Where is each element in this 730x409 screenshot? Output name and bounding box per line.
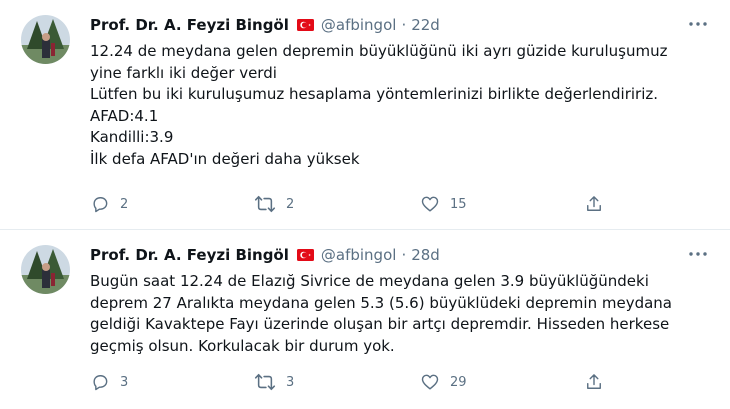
like-count: 15 bbox=[450, 196, 467, 212]
reply-button[interactable]: 3 bbox=[90, 370, 128, 394]
author-name[interactable]: Prof. Dr. A. Feyzi Bingöl bbox=[90, 246, 289, 264]
retweet-button[interactable]: 2 bbox=[254, 192, 294, 216]
like-button[interactable]: 29 bbox=[420, 370, 467, 394]
author-handle[interactable]: @afbingol bbox=[321, 16, 397, 34]
tweet-timestamp[interactable]: 22d bbox=[411, 16, 440, 34]
tweet-header: Prof. Dr. A. Feyzi Bingöl @afbingol · 22… bbox=[90, 15, 690, 35]
reply-icon bbox=[93, 197, 108, 213]
tweet-text: Bugün saat 12.24 de Elazığ Sivrice de me… bbox=[90, 271, 720, 357]
retweet-icon bbox=[254, 195, 276, 213]
heart-icon bbox=[421, 374, 439, 390]
retweet-count: 2 bbox=[286, 196, 295, 212]
heart-icon bbox=[421, 196, 439, 212]
share-icon bbox=[587, 196, 601, 211]
like-count: 29 bbox=[450, 374, 467, 390]
turkey-flag-icon bbox=[296, 19, 314, 31]
tweet-actions: 2 2 15 bbox=[90, 192, 610, 216]
reply-icon bbox=[93, 375, 108, 391]
tweet-text: 12.24 de meydana gelen depremin büyüklüğ… bbox=[90, 41, 720, 170]
tweet-text-line: deprem 27 Aralıkta meydana gelen 5.3 (5.… bbox=[90, 293, 672, 312]
tweet-header: Prof. Dr. A. Feyzi Bingöl @afbingol · 28… bbox=[90, 245, 690, 265]
more-options-icon[interactable] bbox=[688, 16, 708, 32]
tweet-card[interactable]: Prof. Dr. A. Feyzi Bingöl @afbingol · 22… bbox=[0, 0, 730, 230]
author-name[interactable]: Prof. Dr. A. Feyzi Bingöl bbox=[90, 16, 289, 34]
more-options-icon[interactable] bbox=[688, 246, 708, 262]
avatar[interactable] bbox=[21, 15, 70, 64]
share-button[interactable] bbox=[584, 370, 604, 394]
tweet-text-line: 12.24 de meydana gelen depremin büyüklüğ… bbox=[90, 42, 668, 60]
like-button[interactable]: 15 bbox=[420, 192, 467, 216]
tweet-timestamp[interactable]: 28d bbox=[411, 246, 440, 264]
reply-button[interactable]: 2 bbox=[90, 192, 128, 216]
avatar[interactable] bbox=[21, 245, 70, 294]
author-handle[interactable]: @afbingol bbox=[321, 246, 397, 264]
separator-dot: · bbox=[401, 16, 407, 34]
tweet-text-line: geçmiş olsun. Korkulacak bir durum yok. bbox=[90, 336, 395, 355]
turkey-flag-icon bbox=[296, 249, 314, 261]
tweet-actions: 3 3 29 bbox=[90, 370, 610, 394]
tweet-text-line: AFAD:4.1 bbox=[90, 106, 159, 125]
share-button[interactable] bbox=[584, 192, 604, 216]
tweet-text-line: İlk defa AFAD'ın değeri daha yüksek bbox=[90, 149, 360, 168]
tweet-text-line: Lütfen bu iki kuruluşumuz hesaplama yönt… bbox=[90, 85, 659, 103]
separator-dot: · bbox=[401, 246, 407, 264]
reply-count: 3 bbox=[120, 374, 129, 390]
retweet-icon bbox=[254, 373, 276, 391]
tweet-text-line: Bugün saat 12.24 de Elazığ Sivrice de me… bbox=[90, 272, 649, 290]
tweet-text-line: Kandilli:3.9 bbox=[90, 128, 174, 146]
tweet-card[interactable]: Prof. Dr. A. Feyzi Bingöl @afbingol · 28… bbox=[0, 230, 730, 409]
tweet-text-line: yine farklı iki değer verdi bbox=[90, 63, 277, 82]
retweet-button[interactable]: 3 bbox=[254, 370, 294, 394]
share-icon bbox=[587, 374, 601, 389]
retweet-count: 3 bbox=[286, 374, 295, 390]
reply-count: 2 bbox=[120, 196, 129, 212]
tweet-text-line: geldiği Kavaktepe Fayı üzerinde oluşan b… bbox=[90, 315, 670, 333]
